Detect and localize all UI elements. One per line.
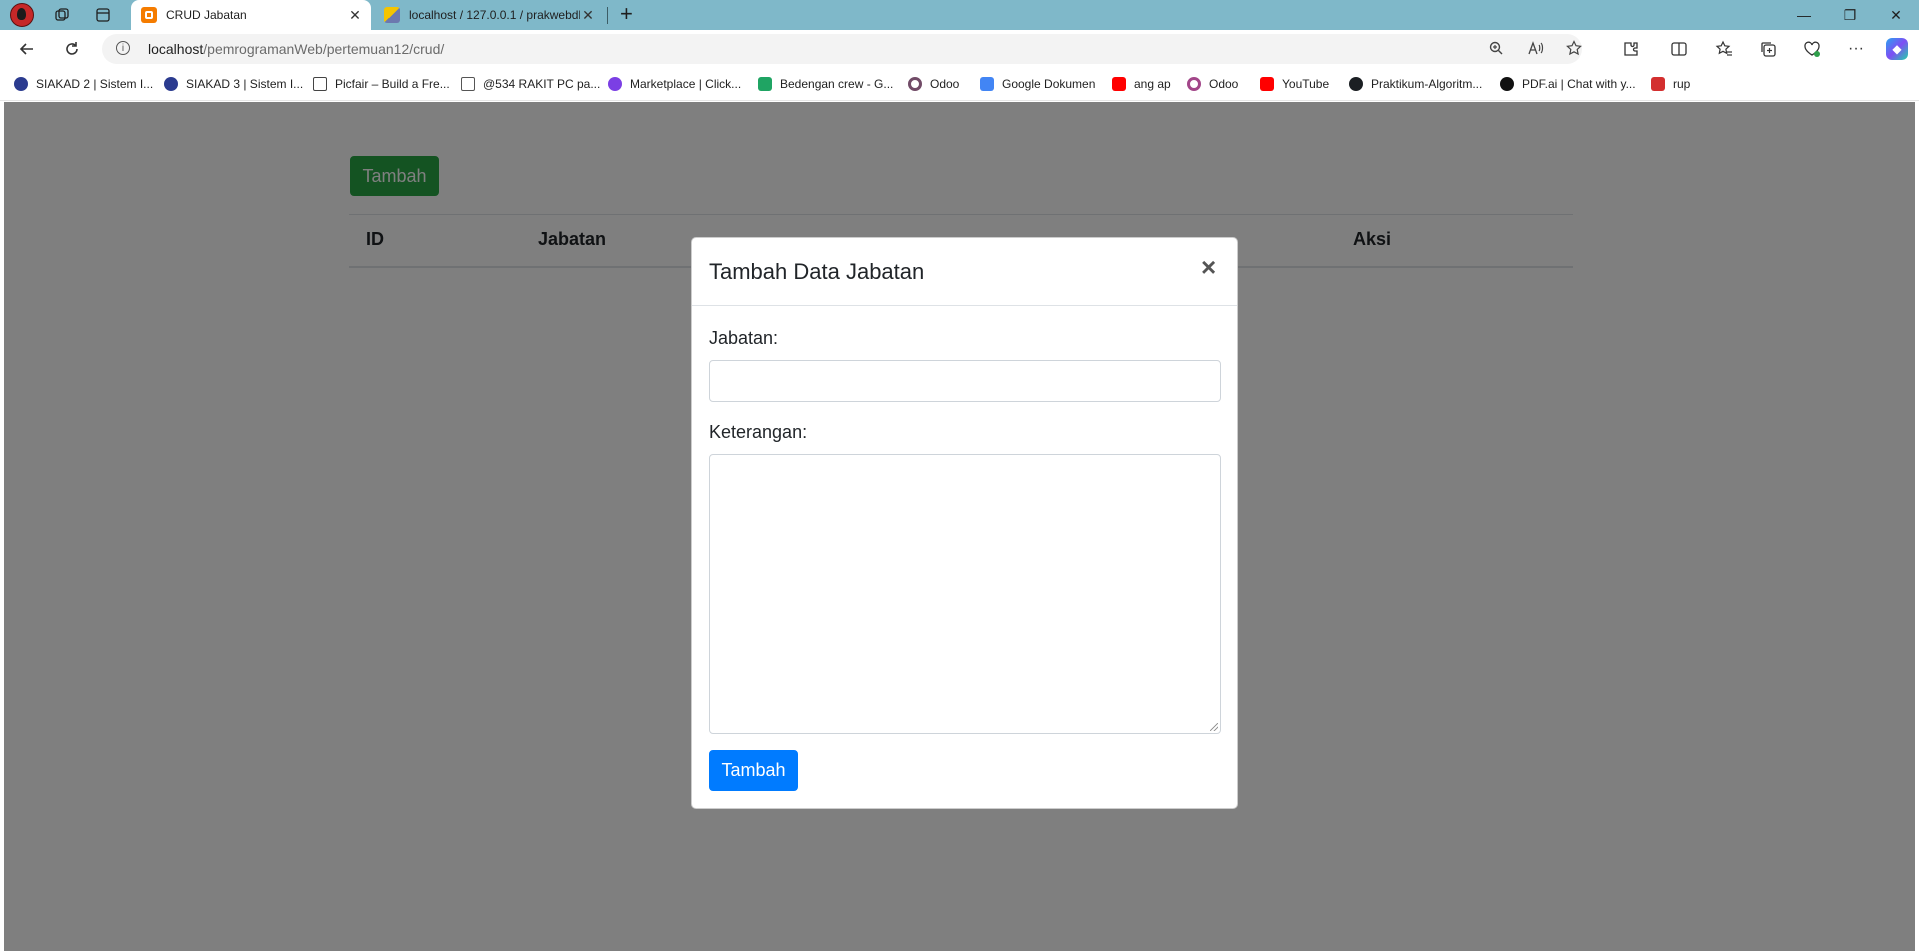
tab-crud-jabatan[interactable]: CRUD Jabatan ✕	[131, 0, 371, 30]
profile-avatar[interactable]	[9, 3, 35, 27]
bookmark-item[interactable]: SIAKAD 3 | Sistem I...	[164, 76, 303, 92]
bookmark-item[interactable]: Marketplace | Click...	[608, 76, 741, 92]
bookmark-item[interactable]: Picfair – Build a Fre...	[313, 76, 450, 92]
address-bar[interactable]: i localhost/pemrogramanWeb/pertemuan12/c…	[102, 34, 1582, 64]
back-button[interactable]	[15, 38, 39, 60]
page-viewport: Tambah ID Jabatan Aksi Tambah Data Jabat…	[4, 102, 1915, 951]
bookmark-label: YouTube	[1282, 77, 1330, 91]
submit-button[interactable]: Tambah	[709, 750, 798, 791]
spiral-icon	[608, 77, 622, 91]
bookmark-label: Marketplace | Click...	[630, 77, 742, 91]
favorite-star-icon[interactable]	[1566, 40, 1582, 60]
bookmark-item[interactable]: SIAKAD 2 | Sistem I...	[14, 76, 153, 92]
refresh-button[interactable]	[60, 38, 84, 60]
add-jabatan-modal: Tambah Data Jabatan × Jabatan: Keteranga…	[691, 237, 1238, 809]
bookmark-item[interactable]: @534 RAKIT PC pa...	[461, 76, 600, 92]
close-tab-icon[interactable]: ✕	[347, 7, 363, 24]
page-icon	[461, 77, 475, 91]
bookmark-item[interactable]: Bedengan crew - G...	[758, 76, 893, 92]
odoo-icon	[1187, 77, 1201, 91]
bookmark-label: Odoo	[1209, 77, 1239, 91]
copilot-icon[interactable]: ◆	[1886, 38, 1908, 60]
bookmark-label: @534 RAKIT PC pa...	[483, 77, 601, 91]
odoo-icon	[908, 77, 922, 91]
site-info-icon[interactable]: i	[116, 41, 130, 55]
tab-title: localhost / 127.0.0.1 / prakwebdb	[409, 8, 580, 22]
new-tab-button[interactable]: +	[620, 2, 633, 26]
minimize-button[interactable]: —	[1781, 0, 1827, 30]
tab-title: CRUD Jabatan	[166, 8, 247, 22]
refresh-icon	[66, 42, 78, 55]
browser-essentials-icon[interactable]	[1801, 38, 1823, 60]
bookmark-label: rup	[1673, 77, 1691, 91]
modal-header: Tambah Data Jabatan ×	[692, 238, 1237, 306]
avatar-icon	[10, 3, 34, 27]
zoom-icon[interactable]	[1488, 40, 1504, 60]
docs-icon	[980, 77, 994, 91]
bookmark-label: ang ap	[1134, 77, 1171, 91]
bookmark-item[interactable]: ang ap	[1112, 76, 1171, 92]
bookmarks-bar: SIAKAD 2 | Sistem I... SIAKAD 3 | Sistem …	[0, 68, 1919, 101]
bookmark-label: Odoo	[930, 77, 960, 91]
bookmark-label: SIAKAD 2 | Sistem I...	[36, 77, 154, 91]
xampp-icon	[141, 7, 157, 23]
bookmark-item[interactable]: rup	[1651, 76, 1690, 92]
read-aloud-icon[interactable]	[1527, 40, 1545, 60]
crest-icon	[14, 77, 28, 91]
url-path: /pemrogramanWeb/pertemuan12/crud/	[203, 41, 445, 57]
bookmark-label: Picfair – Build a Fre...	[335, 77, 450, 91]
frame-icon	[313, 77, 327, 91]
extensions-icon[interactable]	[1620, 38, 1642, 60]
url-host: localhost	[148, 41, 204, 57]
keterangan-textarea[interactable]	[709, 454, 1221, 734]
bookmark-item[interactable]: Odoo	[908, 76, 959, 92]
tab-separator	[607, 7, 608, 24]
pdfai-icon	[1500, 77, 1514, 91]
bookmark-item[interactable]: Odoo	[1187, 76, 1238, 92]
bookmark-item[interactable]: Google Dokumen	[980, 76, 1095, 92]
browser-toolbar: i localhost/pemrogramanWeb/pertemuan12/c…	[0, 30, 1919, 68]
youtube-icon	[1260, 77, 1274, 91]
bookmark-item[interactable]: PDF.ai | Chat with y...	[1500, 76, 1636, 92]
crest-icon	[164, 77, 178, 91]
jabatan-input[interactable]	[709, 360, 1221, 402]
phpmyadmin-icon	[384, 7, 400, 23]
bookmark-item[interactable]: YouTube	[1260, 76, 1329, 92]
tab-actions-icon[interactable]	[91, 3, 115, 27]
restore-button[interactable]: ❐	[1827, 0, 1873, 30]
bookmark-label: SIAKAD 3 | Sistem I...	[186, 77, 304, 91]
bookmark-label: PDF.ai | Chat with y...	[1522, 77, 1636, 91]
url-text[interactable]: localhost/pemrogramanWeb/pertemuan12/cru…	[148, 41, 444, 57]
split-screen-icon[interactable]	[1668, 38, 1690, 60]
resize-grip-icon[interactable]	[1210, 723, 1218, 731]
bookmark-label: Praktikum-Algoritm...	[1371, 77, 1483, 91]
workspaces-icon[interactable]	[50, 3, 74, 27]
youtube-icon	[1112, 77, 1126, 91]
keterangan-label: Keterangan:	[709, 422, 808, 442]
back-arrow-icon	[19, 43, 33, 55]
jabatan-label: Jabatan:	[709, 328, 779, 348]
github-icon	[1349, 77, 1363, 91]
tab-phpmyadmin[interactable]: localhost / 127.0.0.1 / prakwebdb ✕	[374, 0, 604, 30]
pdf-icon	[1651, 77, 1665, 91]
close-window-button[interactable]: ✕	[1873, 0, 1919, 30]
close-icon[interactable]: ×	[1201, 252, 1216, 282]
drive-icon	[758, 77, 772, 91]
close-tab-icon[interactable]: ✕	[580, 7, 596, 24]
bookmark-label: Bedengan crew - G...	[780, 77, 894, 91]
modal-title: Tambah Data Jabatan	[709, 259, 925, 284]
favorites-icon[interactable]	[1713, 38, 1735, 60]
more-options-icon[interactable]: ···	[1845, 38, 1867, 60]
bookmark-item[interactable]: Praktikum-Algoritm...	[1349, 76, 1482, 92]
tab-strip: CRUD Jabatan ✕ localhost / 127.0.0.1 / p…	[0, 0, 1919, 30]
bookmark-label: Google Dokumen	[1002, 77, 1096, 91]
collections-icon[interactable]	[1757, 38, 1779, 60]
